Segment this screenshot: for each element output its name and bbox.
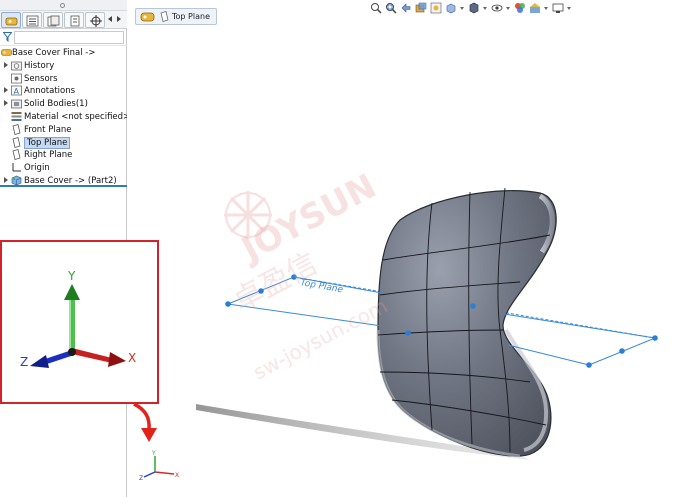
section-view-icon[interactable] (415, 2, 427, 14)
plane-icon (160, 11, 169, 22)
graphics-viewport[interactable]: Top Plane X Y Z JOYSUN 卓盈信 sw-joysun.com… (127, 0, 678, 497)
dimxpert-icon (70, 15, 80, 27)
material-icon (11, 112, 22, 121)
callout-arrow (133, 402, 157, 442)
breadcrumb-label: Top Plane (172, 12, 210, 21)
tree-item-sensors[interactable]: Sensors (0, 73, 127, 86)
triad-z-axis (30, 350, 74, 368)
tree-item-front-plane[interactable]: Front Plane (0, 123, 127, 137)
tree-item-label: Origin (24, 163, 50, 174)
view-orientation-icon[interactable] (445, 2, 457, 14)
tree-item-label: Material <not specified> (24, 112, 131, 122)
tree-item-top-plane[interactable]: Top Plane (0, 136, 127, 150)
view-settings-dropdown-icon[interactable] (567, 6, 571, 10)
plane-icon (12, 123, 21, 135)
origin-icon (12, 163, 21, 172)
feature-manager-icon (5, 17, 18, 26)
panel-resize-grip[interactable] (0, 0, 127, 11)
panel-divider (0, 185, 127, 187)
part-icon (140, 12, 155, 21)
triad-zoom-callout: Y X Z (0, 240, 159, 404)
view-orientation-dropdown-icon[interactable] (460, 6, 464, 10)
tree-item-label: History (24, 60, 55, 71)
apply-scene-dropdown-icon[interactable] (544, 6, 548, 10)
expand-arrow-icon[interactable] (4, 177, 8, 183)
tree-item-label: Sensors (24, 73, 58, 84)
edit-appearance-icon[interactable] (514, 2, 526, 14)
small-axis-z-label: Z (139, 475, 143, 482)
previous-view-icon[interactable] (400, 2, 412, 14)
triad-origin (68, 348, 76, 356)
display-manager-icon (90, 15, 102, 27)
filter-funnel-icon[interactable] (3, 32, 12, 42)
base-cover-body[interactable] (376, 187, 557, 458)
tree-item-label: Top Plane (24, 136, 71, 149)
small-axis-x-label: X (175, 472, 179, 479)
svg-text:A: A (14, 87, 20, 96)
tab-configuration-manager[interactable] (43, 12, 63, 28)
sensors-icon (11, 73, 22, 83)
solid-bodies-folder-icon (11, 99, 22, 109)
heads-up-view-toolbar (370, 1, 575, 15)
expand-arrow-icon[interactable] (4, 61, 8, 68)
tree-item-annotations[interactable]: A Annotations (0, 85, 127, 98)
plane-icon (12, 136, 21, 148)
tree-item-material-not-specified[interactable]: Material <not specified> (0, 111, 131, 124)
tree-item-label: Right Plane (24, 150, 73, 161)
tab-feature-manager[interactable] (1, 12, 21, 28)
expand-arrow-icon[interactable] (4, 100, 8, 107)
tree-item-label: Front Plane (24, 124, 72, 135)
dynamic-annotation-icon[interactable] (430, 2, 442, 14)
part-root-icon (1, 49, 12, 56)
view-triad-small: X Y Z (139, 450, 179, 482)
tab-dimxpert[interactable] (64, 12, 84, 28)
zoom-to-fit-icon[interactable] (370, 2, 382, 14)
tree-item-label: Solid Bodies(1) (24, 99, 88, 110)
display-style-dropdown-icon[interactable] (483, 6, 487, 10)
triad-y-axis (64, 284, 80, 350)
small-axis-y-label: Y (151, 450, 156, 457)
model-scene: Top Plane X Y Z JOYSUN 卓盈信 sw-joysun.com (133, 166, 658, 482)
inset-axis-y-label: Y (67, 269, 76, 283)
triad-zoom: Y X Z (20, 269, 136, 369)
tab-property-manager[interactable] (22, 12, 42, 28)
tree-root-node[interactable]: Base Cover Final -> (0, 47, 127, 60)
tab-scroll-right-icon[interactable] (117, 16, 121, 22)
plane-icon (12, 149, 21, 161)
hide-show-dropdown-icon[interactable] (506, 6, 510, 10)
annotations-icon: A (11, 86, 22, 96)
tree-filter-input[interactable] (14, 31, 124, 44)
tree-item-origin[interactable]: Origin (0, 162, 127, 175)
display-style-icon[interactable] (468, 2, 480, 14)
tree-root-label: Base Cover Final -> (12, 48, 96, 58)
hide-show-items-icon[interactable] (491, 2, 503, 14)
watermark-url: sw-joysun.com (249, 294, 391, 385)
zoom-to-area-icon[interactable] (385, 2, 397, 14)
triad-x-axis (72, 348, 126, 367)
tree-item-history[interactable]: History (0, 60, 127, 73)
tab-scroll-left-icon[interactable] (108, 16, 112, 22)
panel-tab-strip (0, 11, 127, 29)
property-manager-icon (26, 15, 39, 27)
apply-scene-icon[interactable] (529, 2, 541, 14)
tree-item-solid-bodies-1[interactable]: Solid Bodies(1) (0, 98, 127, 111)
tree-item-label: Annotations (24, 86, 76, 97)
tree-filter-row (0, 29, 127, 46)
grip-dot-icon (60, 3, 65, 8)
history-folder-icon (11, 61, 22, 71)
tree-item-right-plane[interactable]: Right Plane (0, 149, 127, 162)
tab-display-manager[interactable] (85, 12, 105, 28)
configuration-manager-icon (47, 15, 60, 27)
expand-arrow-icon[interactable] (4, 87, 8, 94)
inset-axis-x-label: X (128, 351, 136, 365)
selection-breadcrumb[interactable]: Top Plane (135, 8, 217, 25)
inset-axis-z-label: Z (20, 355, 28, 369)
view-settings-icon[interactable] (552, 2, 564, 14)
